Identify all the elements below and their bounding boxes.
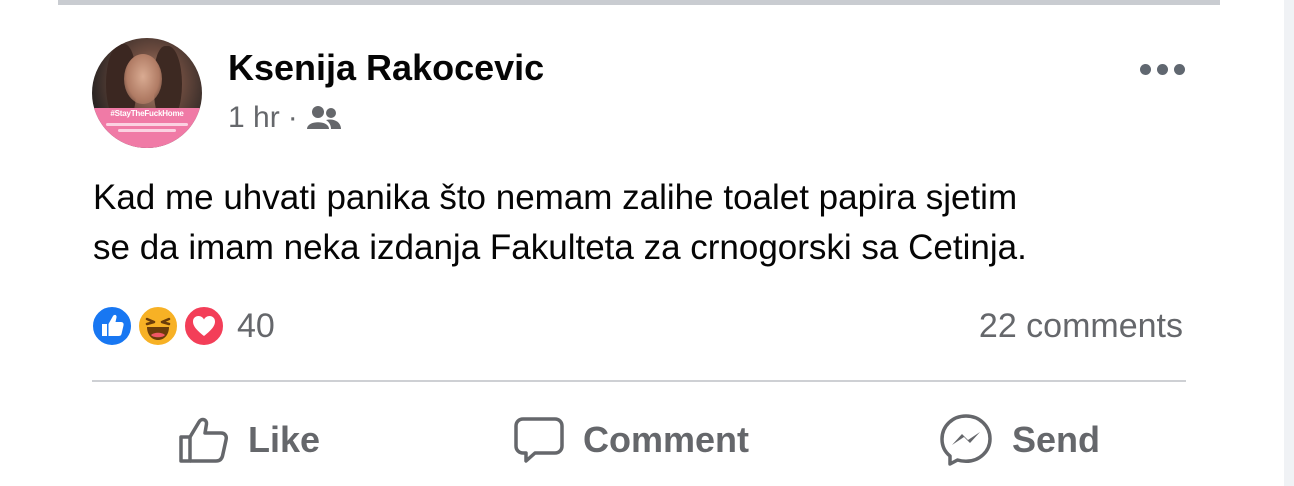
avatar[interactable]: #StayTheFuckHome — [92, 38, 202, 148]
avatar-banner-subline — [106, 123, 188, 126]
comment-label: Comment — [583, 419, 750, 460]
more-dot — [1157, 64, 1168, 75]
avatar-banner-text: #StayTheFuckHome — [110, 109, 184, 118]
reactions-summary[interactable] — [91, 305, 231, 349]
haha-reaction-icon — [137, 305, 179, 347]
friends-icon[interactable] — [306, 105, 342, 131]
messenger-icon — [940, 414, 992, 466]
more-dot — [1174, 64, 1185, 75]
love-reaction-icon — [183, 305, 225, 347]
more-options-icon[interactable] — [1140, 64, 1185, 75]
send-label: Send — [1012, 419, 1101, 460]
author-name[interactable]: Ksenija Rakocevic — [228, 47, 544, 89]
avatar-banner-subline — [118, 129, 176, 132]
thumbs-up-icon — [179, 417, 228, 463]
top-separator-bar — [58, 0, 1220, 5]
send-button[interactable]: Send — [938, 410, 1100, 470]
meta-separator: · — [287, 101, 298, 134]
like-label: Like — [248, 419, 321, 460]
comment-button[interactable]: Comment — [513, 410, 749, 470]
more-dot — [1140, 64, 1151, 75]
comments-count[interactable]: 22 comments — [979, 307, 1183, 346]
post-text-line: se da imam neka izdanja Fakulteta za crn… — [93, 228, 1027, 267]
like-reaction-icon — [91, 305, 133, 347]
comment-bubble-icon — [514, 417, 564, 463]
like-button[interactable]: Like — [178, 410, 320, 470]
avatar-face — [124, 54, 162, 104]
right-edge-rail — [1284, 0, 1294, 486]
divider — [92, 380, 1186, 382]
reaction-count[interactable]: 40 — [237, 307, 275, 346]
post-meta: 1 hr · — [228, 100, 342, 136]
post-text: Kad me uhvati panika što nemam zalihe to… — [93, 173, 1243, 273]
post-timestamp[interactable]: 1 hr — [228, 101, 280, 135]
post-text-line: Kad me uhvati panika što nemam zalihe to… — [93, 178, 1018, 217]
